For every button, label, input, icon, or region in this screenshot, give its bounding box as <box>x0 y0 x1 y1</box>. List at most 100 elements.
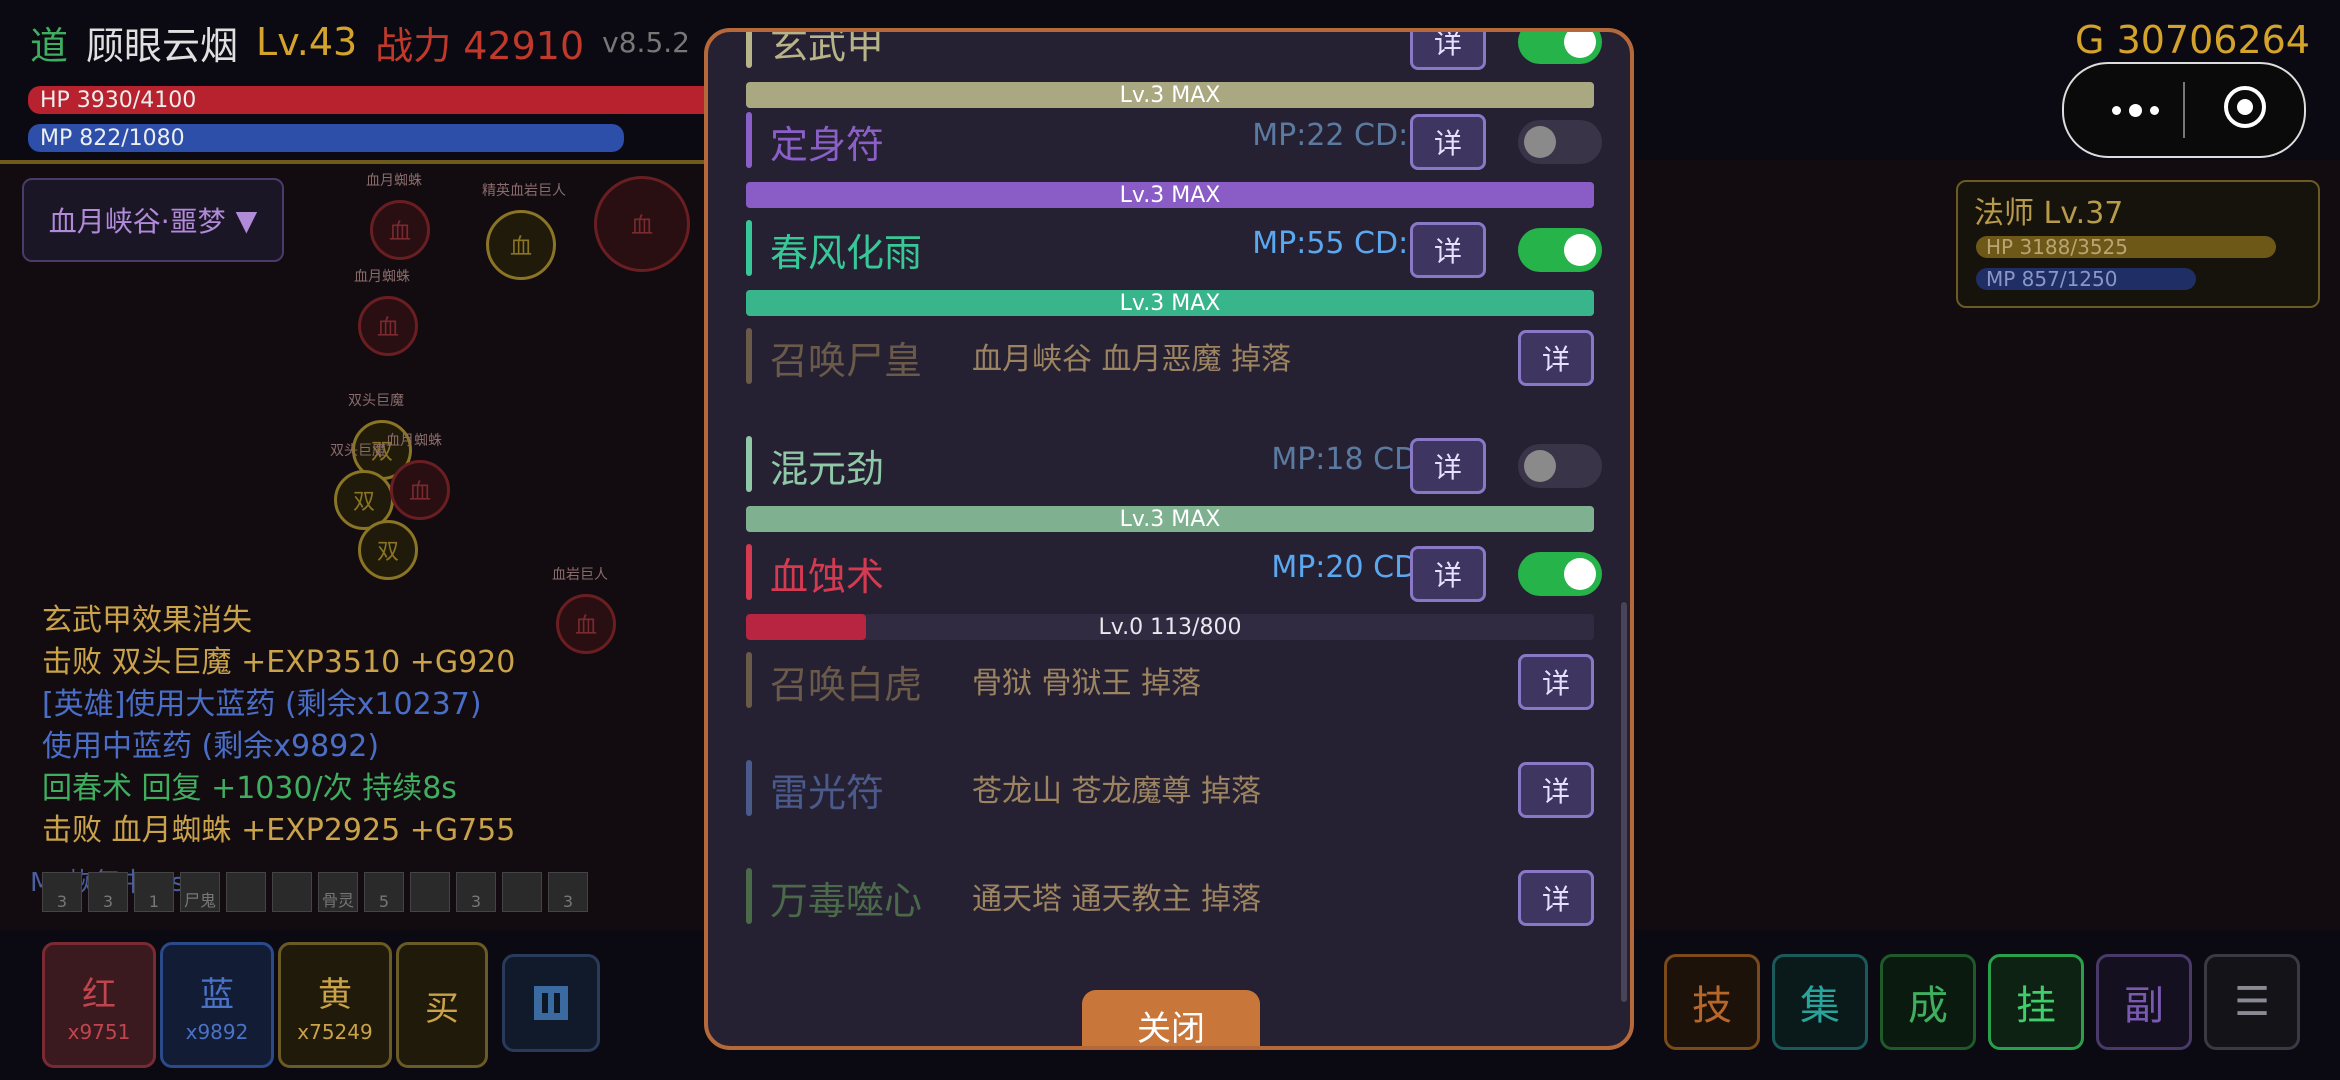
map-select-dropdown[interactable]: 血月峡谷·噩梦 ▼ <box>22 178 284 262</box>
mob-label: 双头巨魔 <box>348 393 404 409</box>
skill-toggle[interactable] <box>1518 552 1602 596</box>
mob-marker[interactable]: 血 <box>556 594 616 654</box>
skill-row: 春风化雨 MP:55 CD:10s 详 Lv.3 MAX <box>746 212 1602 316</box>
potion-button-1[interactable]: 红 x9751 <box>42 942 156 1068</box>
skill-name: 血蚀术 <box>770 555 885 599</box>
mob-marker[interactable]: 血 <box>358 296 418 356</box>
skill-detail-button[interactable]: 详 <box>1410 546 1486 602</box>
skill-detail-button[interactable]: 详 <box>1518 762 1594 818</box>
skill-accent <box>746 436 752 492</box>
skill-toggle[interactable] <box>1518 228 1602 272</box>
log-line: 击败 血月蜘蛛 +EXP2925 +G755 <box>42 813 516 848</box>
mob-label: 血岩巨人 <box>552 567 608 583</box>
mob-label: 血月蜘蛛 <box>386 433 442 449</box>
mob-label: 血月蜘蛛 <box>366 173 422 189</box>
skill-toggle[interactable] <box>1518 120 1602 164</box>
player-hp-bar: HP 3930/4100 <box>28 86 718 114</box>
potion-count: x9751 <box>67 1019 131 1044</box>
potion-label: 黄 <box>318 974 352 1015</box>
log-line: 击败 双头巨魔 +EXP3510 +G920 <box>42 645 516 680</box>
potion-count: x9892 <box>185 1019 249 1044</box>
skill-accent <box>746 544 752 600</box>
toggle-knob <box>1524 126 1556 158</box>
skill-row: 混元劲 MP:18 CD:8s 详 Lv.3 MAX <box>746 428 1602 532</box>
potion-button-2[interactable]: 蓝 x9892 <box>160 942 274 1068</box>
potion-count: x75249 <box>297 1019 373 1044</box>
buff-icon <box>410 872 450 912</box>
pause-button[interactable] <box>502 954 600 1052</box>
class-icon: 道 <box>30 23 69 68</box>
skill-detail-button[interactable]: 详 <box>1410 32 1486 70</box>
pause-icon <box>534 986 568 1020</box>
player-header: 道 顾眼云烟 Lv.43 战力 42910 v8.5.2 <box>30 14 690 70</box>
potion-label: 蓝 <box>200 974 234 1015</box>
skill-level-text: Lv.3 MAX <box>1119 182 1221 208</box>
buff-icon: 1 <box>134 872 174 912</box>
skill-list-scrollbar[interactable] <box>1621 602 1627 1002</box>
skill-source: 苍龙山 苍龙魔尊 掉落 <box>972 774 1262 809</box>
log-line: 玄武甲效果消失 <box>42 603 252 638</box>
buff-icon: 3 <box>548 872 588 912</box>
player-mp-bar: MP 822/1080 <box>28 124 624 152</box>
capsule-divider <box>2183 82 2185 138</box>
potion-label: 买 <box>425 988 459 1029</box>
skill-source: 血月峡谷 血月恶魔 掉落 <box>972 342 1292 377</box>
mob-marker[interactable]: 血 <box>486 210 556 280</box>
skill-detail-button[interactable]: 详 <box>1518 654 1594 710</box>
skill-detail-button[interactable]: 详 <box>1518 330 1594 386</box>
mob-marker[interactable]: 血 <box>390 460 450 520</box>
menu-button-6[interactable]: ☰ <box>2204 954 2300 1050</box>
potion-button-3[interactable]: 黄 x75249 <box>278 942 392 1068</box>
toggle-knob <box>1564 32 1596 58</box>
skill-level-bar: Lv.3 MAX <box>746 506 1594 532</box>
map-divider <box>0 160 710 164</box>
buff-icon: 尸鬼 <box>180 872 220 912</box>
log-line: 使用中蓝药 (剩余x9892) <box>42 729 380 764</box>
party-member-card[interactable]: 法师 Lv.37 HP 3188/3525 MP 857/1250 <box>1956 180 2320 308</box>
skill-name: 雷光符 <box>770 771 885 815</box>
player-mp-text: MP 822/1080 <box>40 125 185 151</box>
buff-icon: 骨灵 <box>318 872 358 912</box>
chevron-down-icon: ▼ <box>235 203 258 237</box>
party-member-mp: MP 857/1250 <box>1976 268 2196 290</box>
menu-button-3[interactable]: 成 <box>1880 954 1976 1050</box>
menu-button-1[interactable]: 技 <box>1664 954 1760 1050</box>
mob-label: 双头巨魔 <box>330 443 386 459</box>
battle-log: 玄武甲效果消失 击败 双头巨魔 +EXP3510 +G920 [英雄]使用大蓝药 (… <box>42 600 515 852</box>
skill-toggle[interactable] <box>1518 32 1602 64</box>
skill-toggle[interactable] <box>1518 444 1602 488</box>
skill-name: 玄武甲 <box>770 28 885 67</box>
skill-detail-button[interactable]: 详 <box>1518 870 1594 926</box>
skill-level-bar: Lv.0 113/800 <box>746 614 1594 640</box>
skill-name: 万毒噬心 <box>770 879 923 923</box>
skill-accent <box>746 760 752 816</box>
buff-icon: 3 <box>42 872 82 912</box>
mob-marker[interactable]: 血 <box>594 176 690 272</box>
menu-button-2[interactable]: 集 <box>1772 954 1868 1050</box>
potion-button-4[interactable]: 买 <box>396 942 488 1068</box>
close-target-icon[interactable] <box>2224 86 2266 128</box>
miniprogram-capsule[interactable] <box>2062 62 2306 158</box>
skill-detail-button[interactable]: 详 <box>1410 222 1486 278</box>
skill-accent <box>746 868 752 924</box>
skill-accent <box>746 32 752 68</box>
log-line: 回春术 回复 +1030/次 持续8s <box>42 771 457 806</box>
skill-name: 召唤尸皇 <box>770 339 923 383</box>
toggle-knob <box>1564 234 1596 266</box>
map-select-label: 血月峡谷·噩梦 <box>48 205 226 238</box>
skill-name: 混元劲 <box>770 447 885 491</box>
skill-level-text: Lv.3 MAX <box>1119 290 1221 316</box>
mob-marker[interactable]: 双 <box>358 520 418 580</box>
mob-marker[interactable]: 血 <box>370 200 430 260</box>
close-button[interactable]: 关闭 <box>1082 990 1260 1046</box>
skill-accent <box>746 220 752 276</box>
menu-button-5[interactable]: 副 <box>2096 954 2192 1050</box>
potion-label: 红 <box>82 974 116 1015</box>
skill-list-dialog: 玄武甲详 Lv.3 MAX 定身符 MP:22 CD:12s 详 Lv.3 MAX 春风化雨… <box>704 28 1634 1050</box>
skill-detail-button[interactable]: 详 <box>1410 114 1486 170</box>
menu-button-4[interactable]: 挂 <box>1988 954 2084 1050</box>
skill-detail-button[interactable]: 详 <box>1410 438 1486 494</box>
skill-level-bar: Lv.3 MAX <box>746 182 1594 208</box>
skill-level-text: Lv.3 MAX <box>1119 506 1221 532</box>
more-icon[interactable] <box>2112 104 2159 117</box>
